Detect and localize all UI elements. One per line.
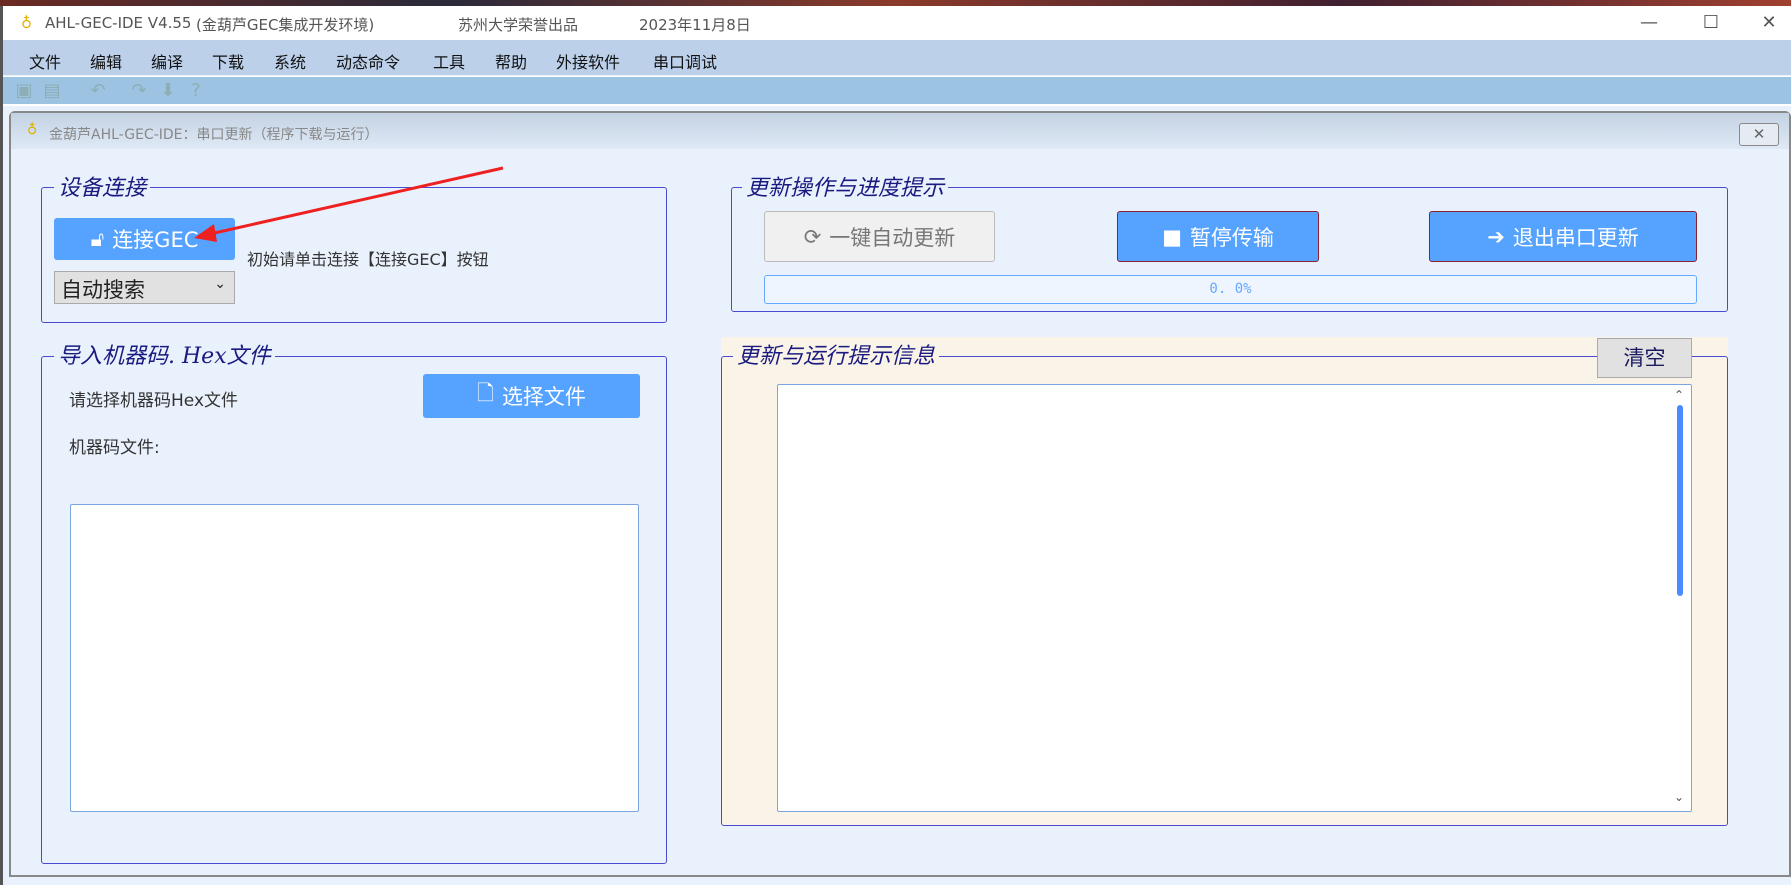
select-file-button[interactable]: 🗋 选择文件 (423, 374, 640, 418)
menu-download[interactable]: 下载 (212, 49, 244, 73)
menu-external-software[interactable]: 外接软件 (556, 49, 620, 73)
title-bar: ♁ AHL-GEC-IDE V4.55 (金葫芦GEC集成开发环境) 苏州大学荣… (3, 6, 1791, 40)
file-icon: 🗋 (477, 380, 494, 405)
exit-label: 退出串口更新 (1512, 225, 1639, 250)
clear-button[interactable]: 清空 (1597, 338, 1692, 378)
app-subtitle: (金葫芦GEC集成开发环境) (196, 16, 375, 34)
undo-icon[interactable]: ↶ (87, 80, 109, 102)
menu-tools[interactable]: 工具 (433, 49, 465, 73)
scroll-down-icon[interactable]: ⌄ (1674, 790, 1684, 804)
menu-system[interactable]: 系统 (274, 49, 306, 73)
connect-gec-button[interactable]: 🔓︎ 连接GEC (54, 218, 235, 260)
menu-bar: 文件 编辑 编译 下载 系统 动态命令 工具 帮助 外接软件 串口调试 (3, 40, 1791, 75)
save-all-icon[interactable]: ▤ (41, 80, 63, 102)
dialog-logo-icon: ♁ (27, 122, 38, 138)
publisher: 苏州大学荣誉出品 (458, 16, 579, 34)
help-icon[interactable]: ? (185, 80, 207, 102)
progress-text: 0. 0% (1209, 281, 1252, 297)
chevron-down-icon: ⌄ (214, 276, 226, 292)
menu-dynamic-command[interactable]: 动态命令 (336, 49, 400, 73)
port-select[interactable]: 自动搜索 ⌄ (54, 271, 235, 304)
download-icon[interactable]: ⬇ (157, 80, 179, 102)
pause-transfer-button[interactable]: ■ 暂停传输 (1117, 211, 1319, 262)
port-select-value: 自动搜索 (61, 278, 145, 302)
hex-prompt: 请选择机器码Hex文件 (69, 391, 239, 411)
hex-file-label: 机器码文件: (69, 438, 160, 458)
pause-label: 暂停传输 (1189, 225, 1274, 250)
save-icon[interactable]: ▣ (13, 80, 35, 102)
connect-label: 连接GEC (112, 228, 199, 252)
stop-icon: ■ (1162, 224, 1182, 249)
hex-import-legend: 导入机器码. Hex文件 (54, 338, 275, 370)
date: 2023年11月8日 (639, 16, 751, 34)
hex-content-textarea[interactable] (70, 504, 639, 812)
toolbar: ▣ ▤ ↶ ↷ ⬇ ? (3, 76, 1791, 106)
dialog-title-bar: ♁ 金葫芦AHL-GEC-IDE：串口更新（程序下载与运行） (11, 113, 1789, 149)
sign-out-icon: ➔ (1487, 224, 1505, 249)
menu-file[interactable]: 文件 (29, 49, 61, 73)
menu-serial-debug[interactable]: 串口调试 (653, 49, 717, 73)
maximize-icon[interactable]: ☐ (1691, 10, 1731, 36)
scroll-up-icon[interactable]: ⌃ (1674, 388, 1684, 402)
dialog-close-button[interactable]: ✕ (1739, 123, 1779, 146)
auto-update-button[interactable]: ⟳ 一键自动更新 (764, 211, 995, 262)
dialog-title: 金葫芦AHL-GEC-IDE：串口更新（程序下载与运行） (49, 127, 379, 143)
minimize-icon[interactable]: — (1629, 10, 1669, 36)
menu-edit[interactable]: 编辑 (90, 49, 122, 73)
app-logo-icon: ♁ (21, 14, 32, 32)
app-title: AHL-GEC-IDE V4.55 (45, 14, 192, 32)
log-textarea[interactable] (777, 384, 1692, 812)
update-operation-legend: 更新操作与进度提示 (742, 170, 949, 202)
refresh-icon: ⟳ (803, 224, 822, 249)
scrollbar-thumb[interactable] (1677, 405, 1683, 596)
device-connection-legend: 设备连接 (54, 170, 151, 202)
redo-icon[interactable]: ↷ (128, 80, 150, 102)
select-file-label: 选择文件 (501, 385, 586, 409)
menu-help[interactable]: 帮助 (495, 49, 527, 73)
exit-serial-update-button[interactable]: ➔ 退出串口更新 (1429, 211, 1697, 262)
log-legend: 更新与运行提示信息 (733, 338, 940, 370)
connect-hint: 初始请单击连接【连接GEC】按钮 (247, 250, 489, 269)
progress-bar: 0. 0% (764, 275, 1697, 304)
unlock-icon: 🔓︎ (90, 226, 105, 251)
menu-compile[interactable]: 编译 (151, 49, 183, 73)
auto-update-label: 一键自动更新 (829, 225, 956, 250)
close-icon[interactable]: ✕ (1749, 10, 1789, 36)
